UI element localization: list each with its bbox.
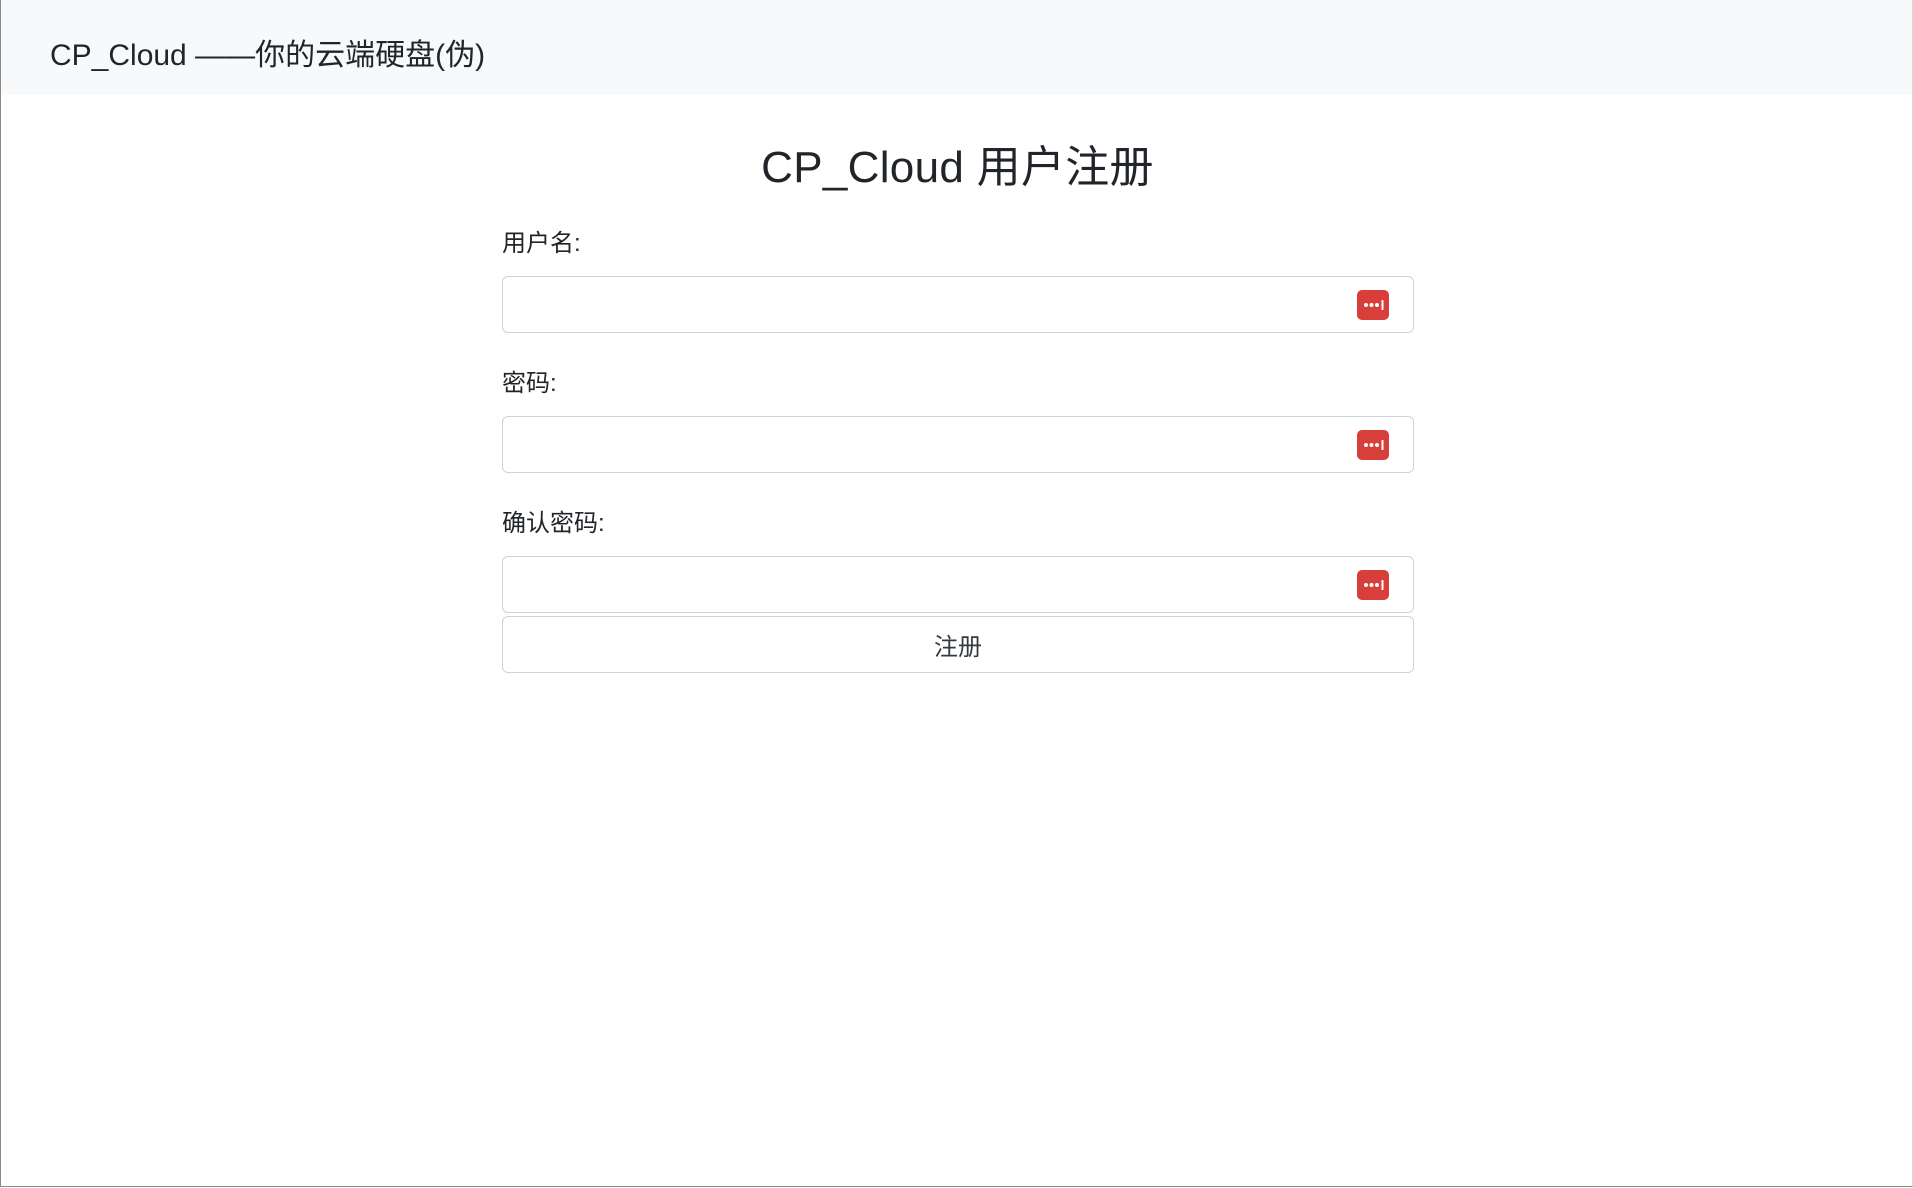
browser-viewport: CP_Cloud ——你的云端硬盘(伪) CP_Cloud 用户注册 用户名: … [0,0,1913,1187]
password-manager-icon[interactable] [1357,570,1389,600]
password-manager-icon[interactable] [1357,290,1389,320]
password-label: 密码: [502,370,557,397]
page-title: CP_Cloud 用户注册 [761,143,1154,192]
password-input[interactable] [502,416,1414,473]
confirm-password-field-wrapper [502,556,1414,613]
password-manager-icon[interactable] [1357,430,1389,460]
username-field-wrapper [502,276,1414,333]
register-button[interactable]: 注册 [502,616,1414,673]
username-label: 用户名: [502,230,581,257]
top-navbar: CP_Cloud ——你的云端硬盘(伪) [2,0,1912,95]
confirm-password-input[interactable] [502,556,1414,613]
password-field-wrapper [502,416,1414,473]
register-form: 用户名: 密码: 确认密码: [502,226,1414,613]
navbar-brand[interactable]: CP_Cloud ——你的云端硬盘(伪) [50,30,485,74]
confirm-password-label: 确认密码: [502,510,605,537]
username-input[interactable] [502,276,1414,333]
